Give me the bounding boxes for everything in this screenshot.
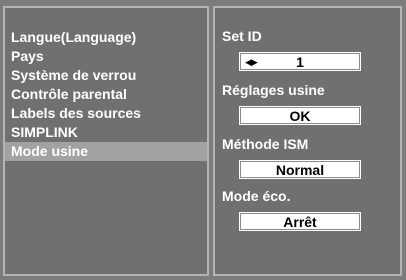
menu-item-pays[interactable]: Pays	[5, 47, 207, 66]
mode-eco-value-box[interactable]: Arrêt	[239, 212, 361, 231]
methode-ism-value-box[interactable]: Normal	[239, 160, 361, 179]
reglages-usine-label: Réglages usine	[222, 82, 325, 98]
menu-item-langue[interactable]: Langue(Language)	[5, 28, 207, 47]
menu-item-mode-usine[interactable]: Mode usine	[5, 142, 207, 161]
menu-item-labels-des-sources[interactable]: Labels des sources	[5, 104, 207, 123]
menu-item-simplink[interactable]: SIMPLINK	[5, 123, 207, 142]
mode-eco-label: Mode éco.	[222, 188, 291, 204]
menu-item-controle-parental[interactable]: Contrôle parental	[5, 85, 207, 104]
set-id-label: Set ID	[222, 28, 262, 44]
methode-ism-label: Méthode ISM	[222, 136, 309, 152]
menu-panel: Langue(Language) Pays Système de verrou …	[3, 6, 209, 276]
osd-screen: Langue(Language) Pays Système de verrou …	[0, 0, 406, 280]
settings-panel: Set ID ◀▶ 1 Réglages usine OK Méthode IS…	[213, 6, 402, 276]
menu-item-systeme-de-verrou[interactable]: Système de verrou	[5, 66, 207, 85]
set-id-selector[interactable]: ◀▶ 1	[239, 52, 361, 71]
left-right-arrows-icon: ◀▶	[245, 57, 258, 67]
reglages-usine-ok-button[interactable]: OK	[239, 106, 361, 125]
menu-list: Langue(Language) Pays Système de verrou …	[5, 28, 207, 161]
set-id-value: 1	[296, 54, 304, 70]
